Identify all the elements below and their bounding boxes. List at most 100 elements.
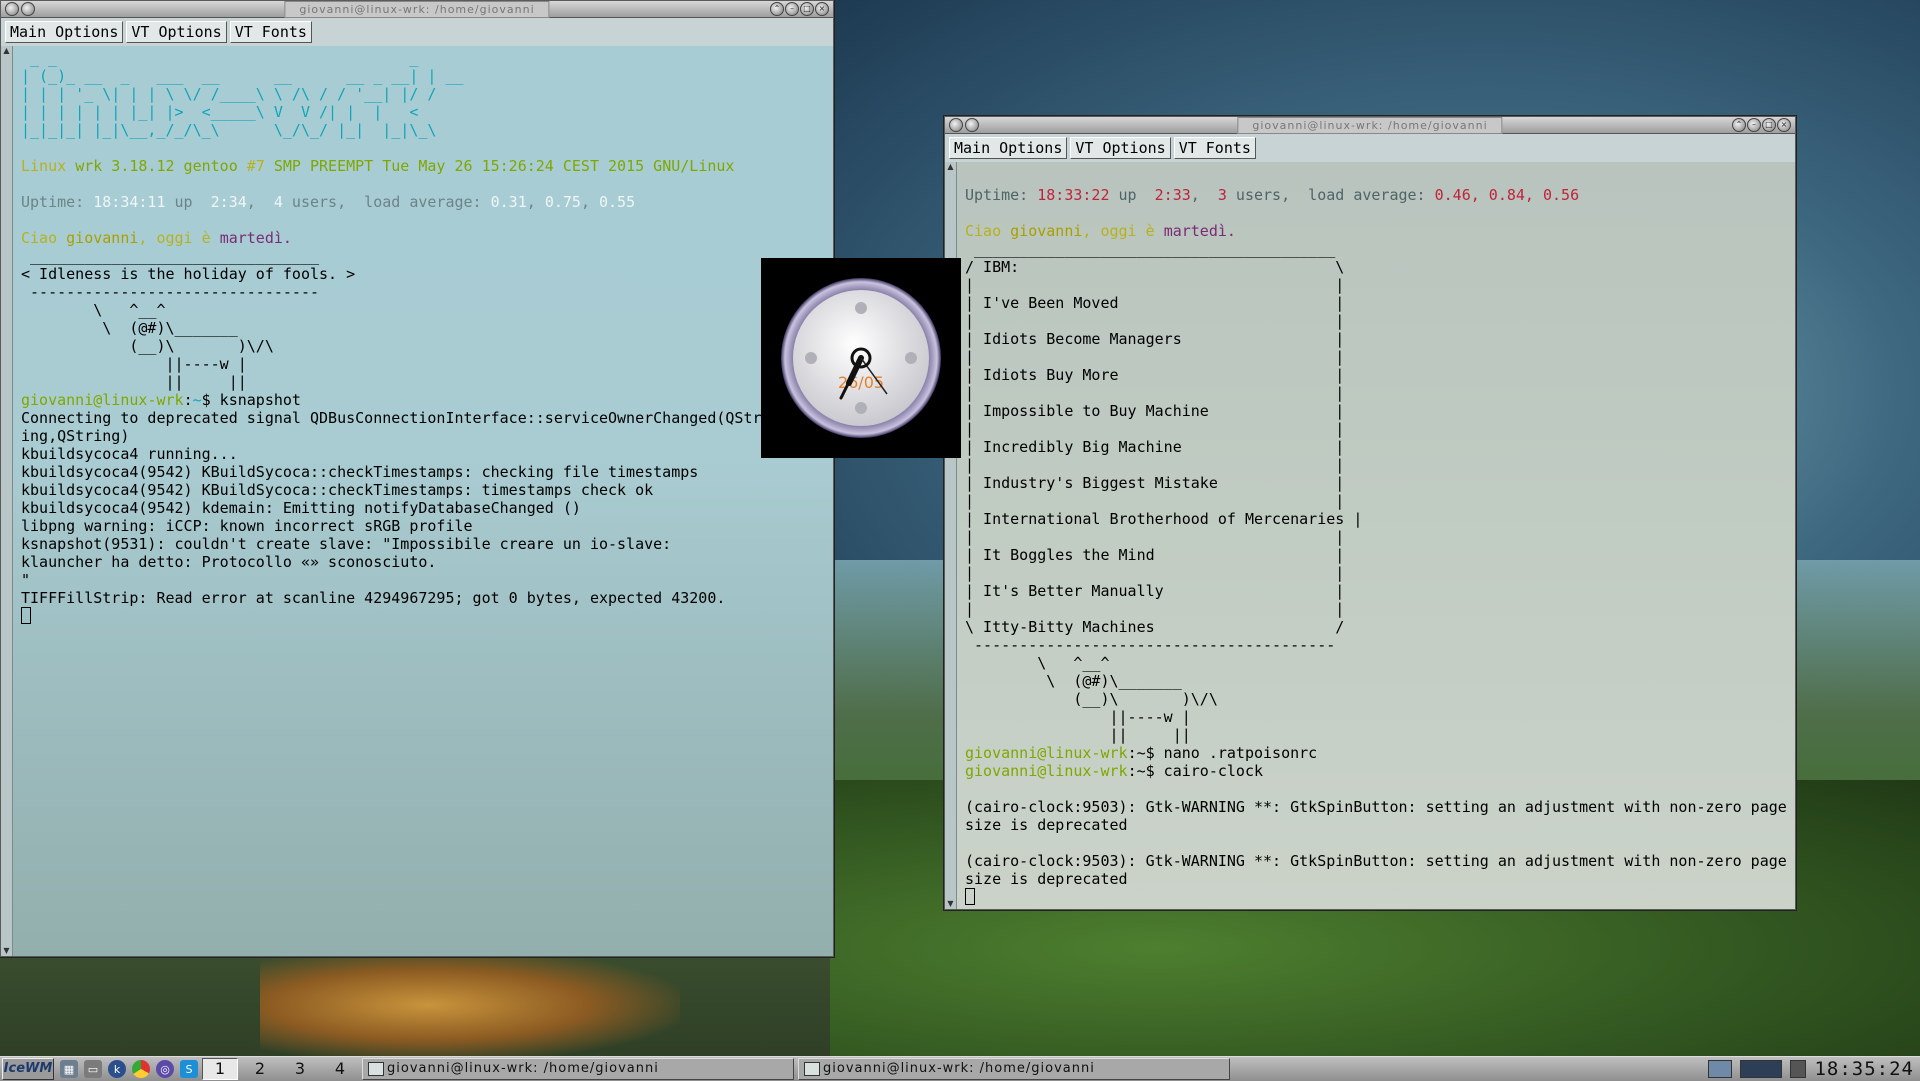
terminal-line: | | <box>965 528 1791 546</box>
chrome-icon[interactable] <box>132 1060 150 1078</box>
terminal-text: ksnapshot(9531): couldn't create slave: … <box>21 535 672 553</box>
show-desktop-icon[interactable]: ▭ <box>84 1060 102 1078</box>
terminal-text: / IBM: \ <box>965 258 1345 276</box>
terminal-text: | | | | | | |_| |> <_____\ V V /| | | < <box>21 103 419 121</box>
terminal-text: giovanni@linux-wrk <box>965 762 1128 780</box>
cairo-clock[interactable]: 26/05 <box>761 258 961 458</box>
terminal-line: | | | '_ \| | | \ \/ /____\ \ /\ / / '__… <box>21 85 829 103</box>
minimize-icon[interactable]: – <box>1747 118 1761 132</box>
scroll-up-icon[interactable]: ▲ <box>1 46 12 56</box>
scroll-down-icon[interactable]: ▼ <box>1 946 12 956</box>
window-menu-icon[interactable] <box>5 2 19 16</box>
hide-icon[interactable]: ⌃ <box>1732 118 1746 132</box>
titlebar[interactable]: giovanni@linux-wrk: /home/giovanni ⌃ – □… <box>1 1 833 18</box>
scrollbar[interactable]: ▲ ▼ <box>1 46 13 956</box>
terminal-line: size is deprecated <box>965 870 1791 888</box>
terminal-line: Ciao giovanni, oggi è martedì. <box>21 229 829 247</box>
titlebar[interactable]: giovanni@linux-wrk: /home/giovanni ⌃ – □… <box>945 117 1795 134</box>
browser-icon[interactable]: ◎ <box>156 1060 174 1078</box>
terminal-text: , <box>246 193 274 211</box>
terminal-line: -------------------------------- <box>21 283 829 301</box>
terminal-output[interactable]: Uptime: 18:33:22 up 2:33, 3 users, load … <box>965 186 1791 906</box>
terminal-line: giovanni@linux-wrk:~$ ksnapshot <box>21 391 829 409</box>
terminal-line: Uptime: 18:33:22 up 2:33, 3 users, load … <box>965 186 1791 204</box>
menubar: Main Options VT Options VT Fonts <box>1 18 833 47</box>
window-menu-icon[interactable] <box>949 118 963 132</box>
minimize-icon[interactable]: – <box>785 2 799 16</box>
window-title: giovanni@linux-wrk: /home/giovanni <box>1237 117 1503 134</box>
terminal-body[interactable]: ▲ ▼ _ _ _ | (_)_ __ _ ___ __ __ __ _ __| … <box>1 46 833 956</box>
taskbar-clock[interactable]: 18:35:24 <box>1814 1058 1914 1080</box>
menu-main-options[interactable]: Main Options <box>949 137 1068 159</box>
terminal-text: | | <box>965 384 1345 402</box>
workspace-3[interactable]: 3 <box>282 1059 318 1079</box>
hide-icon[interactable]: ⌃ <box>770 2 784 16</box>
menu-vt-fonts[interactable]: VT Fonts <box>1173 137 1256 159</box>
workspace-1[interactable]: 1 <box>202 1058 238 1080</box>
terminal-line: (cairo-clock:9503): Gtk-WARNING **: GtkS… <box>965 852 1791 870</box>
close-icon[interactable]: × <box>1777 118 1791 132</box>
rollup-icon[interactable] <box>965 118 979 132</box>
konqueror-icon[interactable]: k <box>108 1060 126 1078</box>
window-list-icon[interactable]: ▦ <box>60 1060 78 1078</box>
maximize-icon[interactable]: □ <box>1762 118 1776 132</box>
menu-vt-fonts[interactable]: VT Fonts <box>229 21 312 43</box>
terminal-text: 0.46, 0.84, 0.56 <box>1434 186 1580 204</box>
terminal-output[interactable]: _ _ _ | (_)_ __ _ ___ __ __ __ _ __| | __… <box>21 49 829 949</box>
terminal-line: ksnapshot(9531): couldn't create slave: … <box>21 535 829 553</box>
system-tray: 18:35:24 <box>1708 1058 1920 1080</box>
terminal-text: | | <box>965 564 1345 582</box>
terminal-line: \ Itty-Bitty Machines / <box>965 618 1791 636</box>
terminal-body[interactable]: ▲ ▼ Uptime: 18:33:22 up 2:33, 3 users, l… <box>945 162 1795 909</box>
skype-icon[interactable]: S <box>180 1060 198 1078</box>
workspace-4[interactable]: 4 <box>322 1059 358 1079</box>
terminal-line: " <box>21 571 829 589</box>
terminal-line: | (_)_ __ _ ___ __ __ __ _ __| | __ <box>21 67 829 85</box>
terminal-text: klauncher ha detto: Protocollo «» sconos… <box>21 553 437 571</box>
menu-vt-options[interactable]: VT Options <box>126 21 227 43</box>
terminal-text: Connecting to deprecated signal QDBusCon… <box>21 409 762 427</box>
network-icon[interactable] <box>1708 1060 1733 1078</box>
terminal-line: \ ^__^ <box>21 301 829 319</box>
mail-icon[interactable] <box>1790 1060 1807 1078</box>
terminal-text: \ ^__^ <box>965 654 1110 672</box>
terminal-text: | | <box>965 420 1345 438</box>
terminal-text: kbuildsycoca4 running... <box>21 445 238 463</box>
terminal-text: | Industry's Biggest Mistake | <box>965 474 1345 492</box>
scroll-down-icon[interactable]: ▼ <box>945 899 956 909</box>
terminal-line: | | | | | | |_| |> <_____\ V V /| | | < <box>21 103 829 121</box>
close-icon[interactable]: × <box>815 2 829 16</box>
terminal-text: , <box>1190 186 1218 204</box>
terminal-text: \ (@#)\_______ <box>965 672 1182 690</box>
menu-vt-options[interactable]: VT Options <box>1070 137 1171 159</box>
terminal-text: | Impossible to Buy Machine | <box>965 402 1345 420</box>
workspace-2[interactable]: 2 <box>242 1059 278 1079</box>
terminal-text: size is deprecated <box>965 816 1128 834</box>
terminal-text: | International Brotherhood of Mercenari… <box>965 510 1363 528</box>
task-button-terminal-1[interactable]: giovanni@linux-wrk: /home/giovanni <box>362 1058 794 1080</box>
terminal-line: giovanni@linux-wrk:~$ cairo-clock <box>965 762 1791 780</box>
terminal-text: (__)\ )\/\ <box>21 337 274 355</box>
terminal-text: giovanni <box>66 229 139 247</box>
terminal-text: | | <box>965 348 1345 366</box>
terminal-window-right[interactable]: giovanni@linux-wrk: /home/giovanni ⌃ – □… <box>944 116 1796 910</box>
terminal-line: _ _ _ <box>21 49 829 67</box>
terminal-line: TIFFFillStrip: Read error at scanline 42… <box>21 589 829 607</box>
task-button-terminal-2[interactable]: giovanni@linux-wrk: /home/giovanni <box>798 1058 1230 1080</box>
terminal-line: | | <box>965 600 1791 618</box>
terminal-text: (cairo-clock:9503): Gtk-WARNING **: GtkS… <box>965 852 1787 870</box>
terminal-line: giovanni@linux-wrk:~$ nano .ratpoisonrc <box>965 744 1791 762</box>
menu-main-options[interactable]: Main Options <box>5 21 124 43</box>
cpu-monitor-icon[interactable] <box>1740 1060 1783 1078</box>
scroll-up-icon[interactable]: ▲ <box>945 162 956 172</box>
terminal-window-left[interactable]: giovanni@linux-wrk: /home/giovanni ⌃ – □… <box>0 0 834 957</box>
start-menu-button[interactable]: IceWM <box>2 1058 54 1080</box>
terminal-line: | | <box>965 384 1791 402</box>
terminal-text: users, load average: <box>282 193 491 211</box>
rollup-icon[interactable] <box>21 2 35 16</box>
maximize-icon[interactable]: □ <box>800 2 814 16</box>
terminal-line: kbuildsycoca4(9542) kdemain: Emitting no… <box>21 499 829 517</box>
terminal-line: Connecting to deprecated signal QDBusCon… <box>21 409 829 427</box>
terminal-line: | | <box>965 492 1791 510</box>
taskbar: IceWM ▦ ▭ k ◎ S 1 2 3 4 giovanni@linux-w… <box>0 1056 1920 1081</box>
